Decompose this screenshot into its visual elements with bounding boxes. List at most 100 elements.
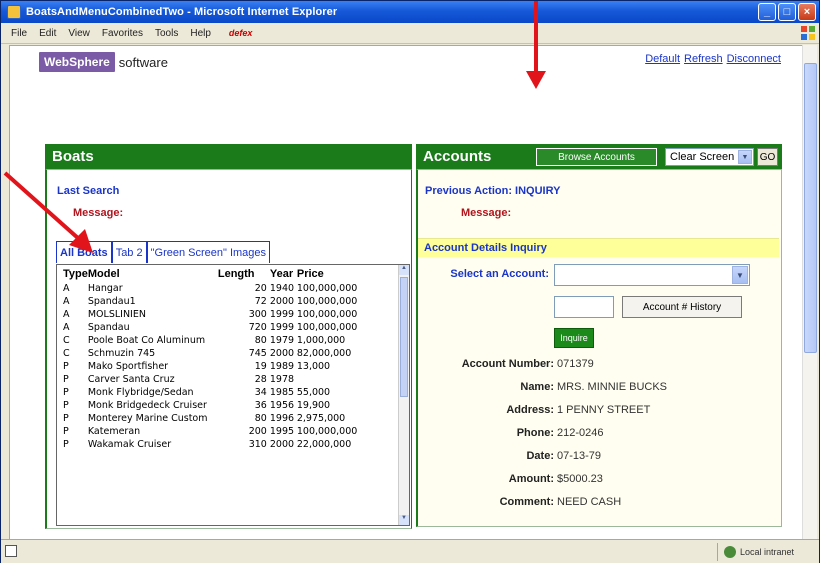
menu-help[interactable]: Help — [184, 28, 217, 39]
tab-2[interactable]: Tab 2 — [111, 241, 147, 263]
scroll-down-icon[interactable]: ▼ — [399, 515, 409, 525]
detail-label: Date: — [526, 450, 554, 462]
accounts-panel-title: Accounts — [423, 148, 492, 165]
scroll-up-icon[interactable]: ▲ — [399, 265, 409, 275]
cell-length: 72 — [254, 296, 267, 307]
account-inquiry-title: Account Details Inquiry — [418, 238, 779, 257]
status-bar: Local intranet — [1, 539, 819, 563]
detail-label: Name: — [520, 381, 554, 393]
table-row[interactable]: P Monterey Marine Custom 80 1996 2,975,000 — [63, 412, 387, 425]
table-row[interactable]: C Poole Boat Co Aluminum 80 1979 1,000,000 — [63, 334, 387, 347]
intranet-globe-icon — [724, 546, 736, 558]
boats-panel-title: Boats — [52, 148, 94, 165]
cell-price: 2,975,000 — [296, 413, 346, 424]
cell-year: 2000 — [269, 296, 295, 307]
cell-price: 55,000 — [296, 387, 331, 398]
close-icon[interactable]: × — [798, 3, 816, 21]
maximize-icon[interactable]: □ — [778, 3, 796, 21]
select-account-label: Select an Account: — [450, 268, 549, 280]
previous-action-label: Previous Action: INQUIRY — [425, 185, 561, 197]
window-controls: _ □ × — [758, 3, 816, 21]
cell-price: 19,900 — [296, 400, 331, 411]
cell-price: 100,000,000 — [296, 322, 358, 333]
accounts-panel-header: Accounts Browse Accounts Clear Screen ▼ … — [416, 144, 782, 169]
table-row[interactable]: A Spandau1 72 2000 100,000,000 — [63, 295, 387, 308]
accounts-message-label: Message: — [461, 207, 512, 219]
menu-tools[interactable]: Tools — [149, 28, 184, 39]
cell-year: 1999 — [269, 309, 295, 320]
cell-length: 720 — [248, 322, 267, 333]
browse-accounts-button[interactable]: Browse Accounts — [536, 148, 657, 166]
browser-window: BoatsAndMenuCombinedTwo - Microsoft Inte… — [0, 0, 820, 563]
menu-bar: File Edit View Favorites Tools Help defe… — [1, 23, 819, 44]
cell-type: P — [63, 374, 69, 385]
table-row[interactable]: A Hangar 20 1940 100,000,000 — [63, 282, 387, 295]
inquire-button[interactable]: Inquire — [554, 328, 594, 348]
default-link[interactable]: Default — [645, 53, 680, 65]
page-scrollbar[interactable] — [802, 45, 817, 539]
page-status-icon — [5, 545, 17, 557]
col-type: Type — [63, 268, 88, 280]
cell-model: Schmuzin 745 — [87, 348, 156, 359]
cell-price: 13,000 — [296, 361, 331, 372]
title-bar: BoatsAndMenuCombinedTwo - Microsoft Inte… — [1, 1, 819, 23]
websphere-logo-box: WebSphere — [39, 52, 115, 72]
account-select[interactable]: ▼ — [554, 264, 750, 286]
detail-value: 071379 — [557, 358, 594, 370]
table-row[interactable]: P Katemeran 200 1995 100,000,000 — [63, 425, 387, 438]
cell-model: Poole Boat Co Aluminum — [87, 335, 206, 346]
cell-length: 310 — [248, 439, 267, 450]
cell-year: 1978 — [269, 374, 295, 385]
refresh-link[interactable]: Refresh — [684, 53, 723, 65]
cell-price: 82,000,000 — [296, 348, 352, 359]
chevron-down-icon[interactable]: ▼ — [732, 266, 748, 284]
cell-year: 1995 — [269, 426, 295, 437]
cell-length: 200 — [248, 426, 267, 437]
cell-year: 1979 — [269, 335, 295, 346]
annotation-arrow-diagonal — [3, 171, 93, 253]
cell-year: 1989 — [269, 361, 295, 372]
account-number-input[interactable] — [554, 296, 614, 318]
table-row[interactable]: C Schmuzin 745 745 2000 82,000,000 — [63, 347, 387, 360]
detail-label: Account Number: — [461, 358, 554, 370]
detail-value: NEED CASH — [557, 496, 622, 508]
menu-file[interactable]: File — [5, 28, 33, 39]
go-button[interactable]: GO — [757, 148, 778, 166]
security-zone: Local intranet — [717, 543, 807, 561]
cell-price: 100,000,000 — [296, 309, 358, 320]
table-row[interactable]: P Monk Bridgedeck Cruiser 36 1956 19,900 — [63, 399, 387, 412]
table-row[interactable]: P Carver Santa Cruz 28 1978 — [63, 373, 387, 386]
cell-model: Monk Flybridge/Sedan — [87, 387, 194, 398]
tab-green-screen-images[interactable]: "Green Screen" Images — [146, 241, 271, 263]
cell-type: A — [63, 309, 70, 320]
cell-type: P — [63, 439, 69, 450]
cell-type: A — [63, 296, 70, 307]
menu-view[interactable]: View — [62, 28, 96, 39]
table-row[interactable]: P Wakamak Cruiser 310 2000 22,000,000 — [63, 438, 387, 451]
cell-year: 2000 — [269, 348, 295, 359]
menu-favorites[interactable]: Favorites — [96, 28, 149, 39]
cell-type: A — [63, 322, 70, 333]
boats-table: Type Model Length Year Price A Hangar 20 19… — [63, 265, 387, 451]
boats-table-body: A Hangar 20 1940 100,000,000 A Spandau1 72 2000 1… — [63, 282, 387, 451]
table-row[interactable]: P Mako Sportfisher 19 1989 13,000 — [63, 360, 387, 373]
toolbar-logo[interactable]: defex — [229, 28, 253, 38]
chevron-down-icon[interactable]: ▼ — [738, 150, 752, 164]
clear-screen-select[interactable]: Clear Screen ▼ — [665, 148, 754, 166]
table-row[interactable]: A Spandau 720 1999 100,000,000 — [63, 321, 387, 334]
boats-grid-scrollbar[interactable]: ▲ ▼ — [398, 265, 409, 525]
cell-length: 20 — [254, 283, 267, 294]
websphere-logo-suffix: software — [118, 54, 168, 70]
boats-grid-scroll-thumb[interactable] — [400, 277, 408, 397]
minimize-icon[interactable]: _ — [758, 3, 776, 21]
boats-grid: Type Model Length Year Price A Hangar 20 19… — [56, 264, 410, 526]
account-history-button[interactable]: Account # History — [622, 296, 742, 318]
menu-edit[interactable]: Edit — [33, 28, 62, 39]
table-row[interactable]: A MOLSLINIEN 300 1999 100,000,000 — [63, 308, 387, 321]
table-row[interactable]: P Monk Flybridge/Sedan 34 1985 55,000 — [63, 386, 387, 399]
detail-label: Address: — [506, 404, 554, 416]
disconnect-link[interactable]: Disconnect — [727, 53, 781, 65]
ie-app-icon — [7, 5, 21, 19]
page-scrollbar-thumb[interactable] — [804, 63, 817, 353]
cell-type: P — [63, 400, 69, 411]
